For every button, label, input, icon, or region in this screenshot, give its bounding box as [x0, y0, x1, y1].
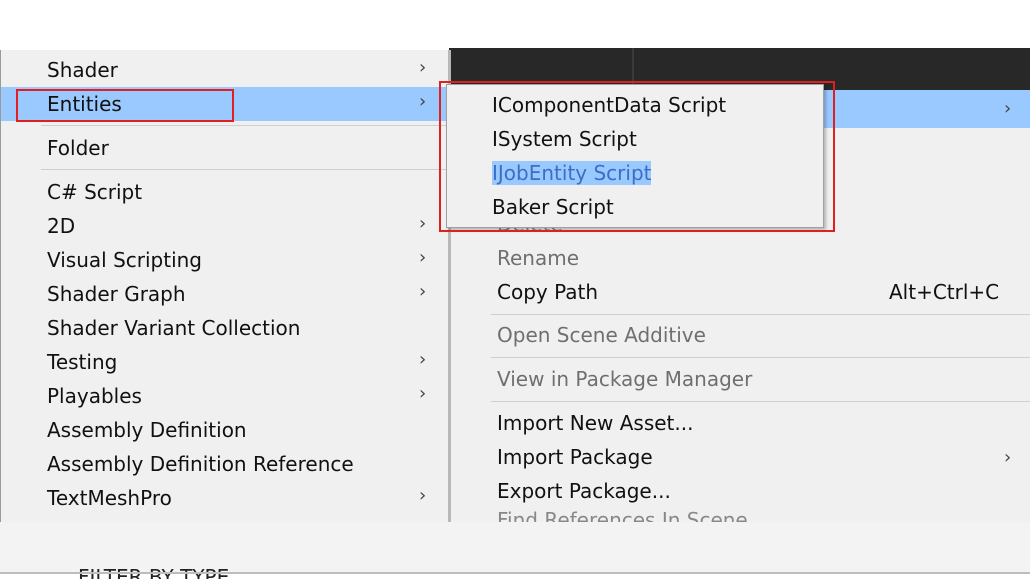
menu-separator: [491, 401, 1030, 402]
menu-item-export-package[interactable]: Export Package...: [497, 479, 671, 513]
menu-item-2d[interactable]: 2D ›: [1, 209, 449, 243]
menu-item-rename[interactable]: Rename: [497, 246, 579, 280]
menu-separator: [41, 169, 449, 170]
menu-item-csharp-script[interactable]: C# Script: [1, 175, 449, 209]
chevron-right-icon: ›: [1004, 98, 1012, 119]
menu-item-testing[interactable]: Testing ›: [1, 345, 449, 379]
menu-item-label: Assembly Definition: [47, 418, 247, 442]
menu-item-import-new-asset[interactable]: Import New Asset...: [497, 411, 693, 445]
menu-item-copy-path[interactable]: Copy Path: [497, 280, 598, 314]
menu-item-view-in-package-manager[interactable]: View in Package Manager: [497, 367, 752, 401]
chevron-right-icon: ›: [419, 485, 427, 506]
chevron-right-icon: ›: [1004, 447, 1012, 468]
menu-item-shader-variant-collection[interactable]: Shader Variant Collection: [1, 311, 449, 345]
menu-item-label: TextMeshPro: [47, 486, 172, 510]
chevron-right-icon: ›: [419, 91, 427, 112]
menu-item-playables[interactable]: Playables ›: [1, 379, 449, 413]
menu-separator: [491, 357, 1030, 358]
menu-item-label: Shader Variant Collection: [47, 316, 301, 340]
menu-item-folder[interactable]: Folder: [1, 131, 449, 165]
menu-item-label: Testing: [47, 350, 118, 374]
menu-item-label: Find References In Scene: [497, 510, 748, 522]
menu-item-import-package[interactable]: Import Package: [497, 445, 653, 479]
chevron-right-icon: ›: [419, 213, 427, 234]
menu-item-label: Assembly Definition Reference: [47, 452, 354, 476]
chevron-right-icon: ›: [419, 281, 427, 302]
menu-item-label: Shader: [47, 58, 118, 82]
annotation-highlight-entities: [16, 89, 234, 122]
menu-item-label: Visual Scripting: [47, 248, 202, 272]
menu-item-label: C# Script: [47, 180, 143, 204]
chevron-right-icon: ›: [419, 57, 427, 78]
chevron-right-icon: ›: [419, 349, 427, 370]
menu-item-visual-scripting[interactable]: Visual Scripting ›: [1, 243, 449, 277]
menu-item-label: Shader Graph: [47, 282, 186, 306]
top-background: [0, 0, 1030, 50]
menu-item-label: Playables: [47, 384, 142, 408]
menu-item-assembly-definition[interactable]: Assembly Definition: [1, 413, 449, 447]
menu-item-open-scene-additive[interactable]: Open Scene Additive: [497, 323, 706, 357]
menu-item-shader[interactable]: Shader ›: [1, 53, 449, 87]
menu-item-label: Folder: [47, 136, 109, 160]
chevron-right-icon: ›: [419, 247, 427, 268]
copy-path-shortcut: Alt+Ctrl+C: [889, 280, 1000, 304]
menu-item-label: 2D: [47, 214, 76, 238]
menu-item-find-references-partial[interactable]: Find References In Scene: [497, 510, 748, 522]
menu-item-assembly-definition-reference[interactable]: Assembly Definition Reference: [1, 447, 449, 481]
menu-separator: [41, 125, 449, 126]
menu-separator: [491, 314, 1030, 315]
menu-item-textmeshpro[interactable]: TextMeshPro ›: [1, 481, 449, 515]
annotation-highlight-submenu: [439, 81, 835, 232]
menu-item-shader-graph[interactable]: Shader Graph ›: [1, 277, 449, 311]
chevron-right-icon: ›: [419, 383, 427, 404]
